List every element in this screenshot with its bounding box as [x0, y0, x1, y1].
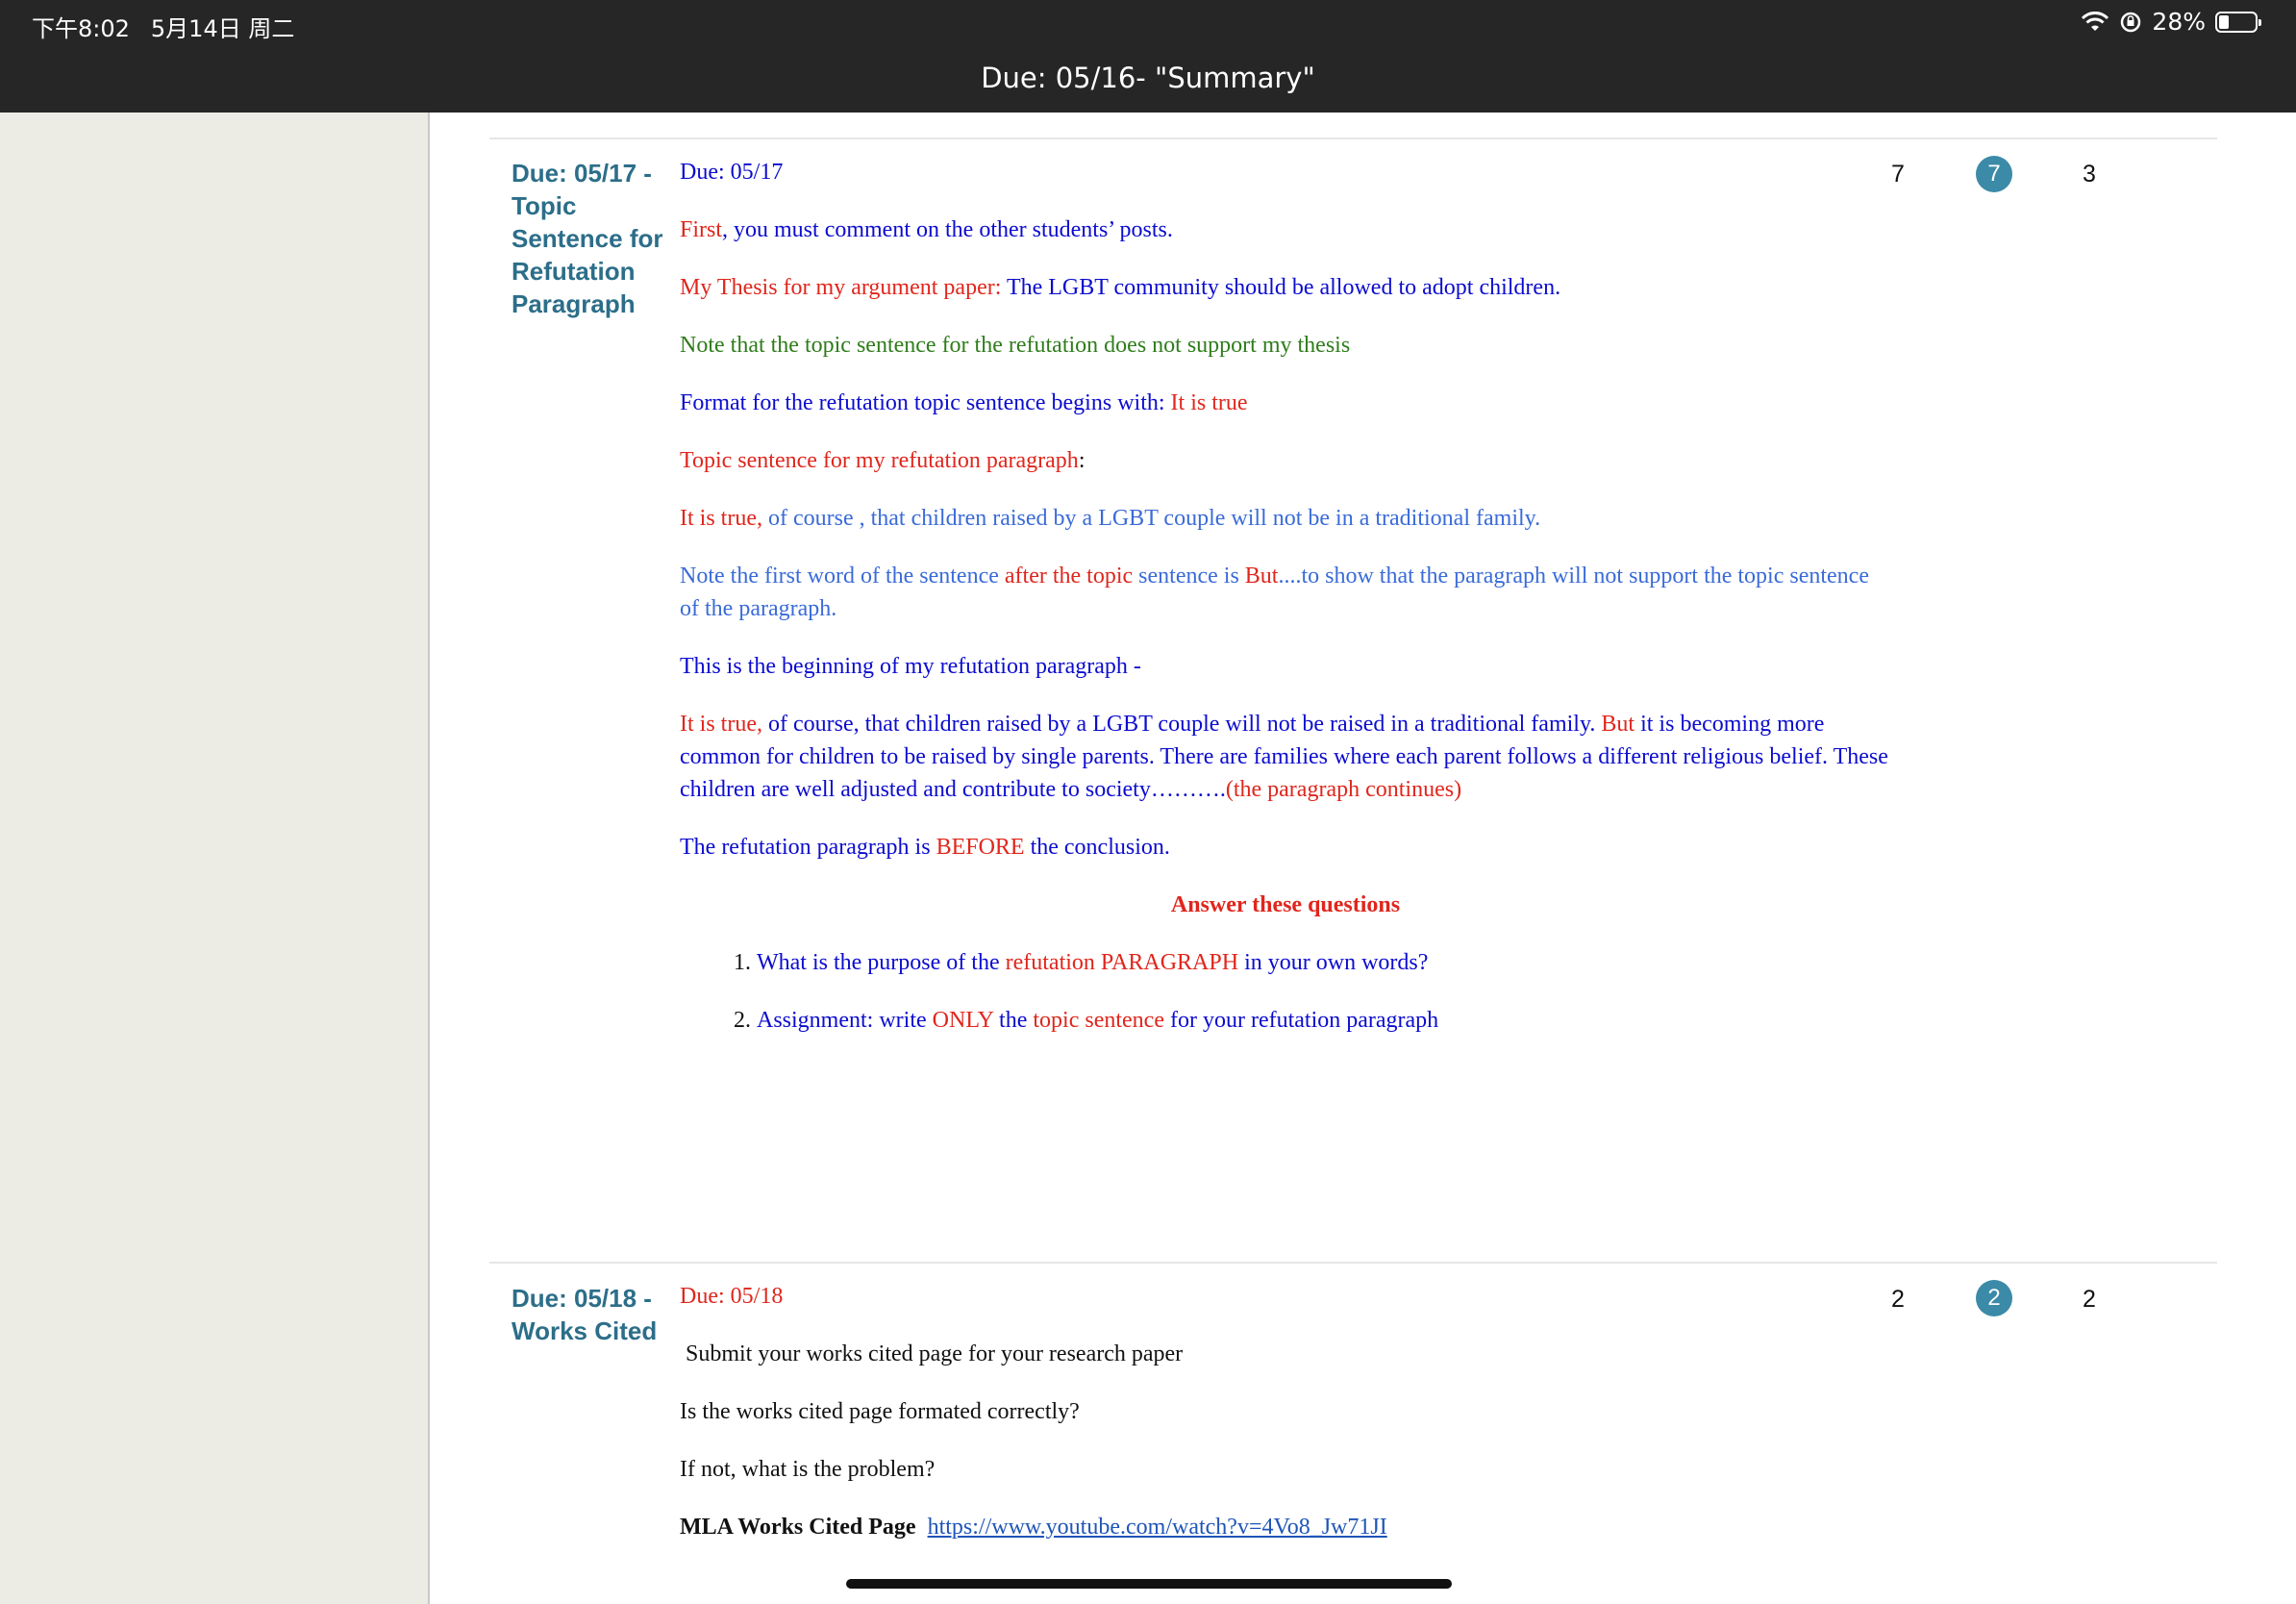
assignment-body: Due: 05/17 First, you must comment on th…: [680, 156, 1891, 1062]
text-span: First: [680, 217, 723, 242]
text-span: in your own words?: [1238, 950, 1429, 975]
text-span: MLA Works Cited Page: [680, 1515, 916, 1540]
battery-level: [2219, 14, 2229, 29]
text-span: , you must comment on the other students…: [722, 217, 1173, 242]
text-span: of course, that children raised by a LGB…: [761, 712, 1602, 737]
text-span: Assignment: write: [757, 1008, 933, 1033]
battery-percent: 28%: [2152, 8, 2206, 36]
top-bar: 下午8:02 5月14日 周二 28% Due: 05/16- "Summary": [0, 0, 2296, 113]
paragraph: Submit your works cited page for your re…: [686, 1341, 1184, 1366]
text-span: The LGBT community should be allowed to …: [1001, 275, 1561, 300]
text-span: :: [1078, 448, 1086, 473]
home-indicator[interactable]: [846, 1579, 1452, 1589]
text-span: the: [993, 1008, 1034, 1033]
paragraph: If not, what is the problem?: [680, 1457, 936, 1482]
unread-badge[interactable]: 2: [1976, 1280, 2012, 1316]
paragraph: It is true, of course , that children ra…: [680, 502, 1891, 535]
question-item: What is the purpose of the refutation PA…: [757, 946, 1891, 979]
text-span: topic sentence: [1033, 1008, 1164, 1033]
paragraph: Note the first word of the sentence afte…: [680, 560, 1891, 625]
due-date: Due: 05/17: [680, 160, 784, 185]
text-span: But: [1244, 564, 1279, 589]
battery-icon: [2215, 11, 2261, 33]
status-time: 下午8:02: [32, 15, 130, 42]
paragraph: This is the beginning of my refutation p…: [680, 654, 1141, 679]
content-panel[interactable]: Due: 05/17 - Topic Sentence for Refutati…: [428, 113, 2296, 1604]
paragraph: Format for the refutation topic sentence…: [680, 387, 1891, 419]
window-title: Due: 05/16- "Summary": [981, 62, 1315, 94]
status-icons: 28%: [2081, 8, 2261, 36]
assignment-title-link[interactable]: Due: 05/18 - Works Cited: [512, 1282, 685, 1347]
row-divider: [489, 1262, 2217, 1264]
rotation-lock-icon: [2121, 12, 2141, 32]
questions-list: What is the purpose of the refutation PA…: [680, 946, 1891, 1037]
paragraph: Is the works cited page formated correct…: [680, 1399, 1080, 1424]
paragraph: Note that the topic sentence for the ref…: [680, 333, 1351, 358]
text-span: Format for the refutation topic sentence…: [680, 390, 1171, 415]
paragraph: First, you must comment on the other stu…: [680, 213, 1891, 246]
assignment-title-link[interactable]: Due: 05/17 - Topic Sentence for Refutati…: [512, 157, 685, 320]
text-span: ONLY: [932, 1008, 994, 1033]
text-span: Note the first word of the sentence: [680, 564, 1005, 589]
row-divider: [489, 138, 2217, 139]
due-date: Due: 05/18: [680, 1284, 784, 1309]
text-span: for your refutation paragraph: [1163, 1008, 1439, 1033]
question-item: Assignment: write ONLY the topic sentenc…: [757, 1004, 1891, 1037]
text-span: Topic sentence for my refutation paragra…: [680, 448, 1079, 473]
paragraph: Topic sentence for my refutation paragra…: [680, 444, 1891, 477]
text-span: the conclusion.: [1024, 835, 1170, 860]
youtube-link[interactable]: https://www.youtube.com/watch?v=4Vo8_Jw7…: [928, 1515, 1387, 1540]
unread-badge[interactable]: 7: [1976, 156, 2012, 192]
count-likes: 3: [2083, 161, 2096, 188]
status-date: 5月14日 周二: [150, 15, 295, 42]
assignment-body: Due: 05/18 Submit your works cited page …: [680, 1280, 1891, 1568]
text-span: But: [1601, 712, 1635, 737]
paragraph: My Thesis for my argument paper: The LGB…: [680, 271, 1891, 304]
text-span: after the topic: [1004, 564, 1134, 589]
paragraph: It is true, of course, that children rai…: [680, 708, 1891, 806]
text-span: BEFORE: [936, 835, 1025, 860]
paragraph: MLA Works Cited Page https://www.youtube…: [680, 1511, 1891, 1543]
text-span: refutation PARAGRAPH: [1005, 950, 1239, 975]
status-clock: 下午8:02 5月14日 周二: [32, 10, 294, 43]
text-span: of course , that children raised by a LG…: [761, 506, 1541, 531]
text-span: It is true: [1170, 390, 1248, 415]
text-span: What is the purpose of the: [757, 950, 1006, 975]
text-span: The refutation paragraph is: [680, 835, 936, 860]
text-span: sentence is: [1133, 564, 1245, 589]
text-span: My Thesis for my argument paper:: [680, 275, 1002, 300]
count-likes: 2: [2083, 1286, 2096, 1313]
questions-heading: Answer these questions: [1170, 892, 1401, 917]
text-span: (the paragraph continues): [1225, 777, 1462, 802]
text-span: It is true,: [680, 506, 762, 531]
paragraph: The refutation paragraph is BEFORE the c…: [680, 831, 1891, 864]
text-span: It is true,: [680, 712, 762, 737]
wifi-icon: [2082, 11, 2109, 31]
